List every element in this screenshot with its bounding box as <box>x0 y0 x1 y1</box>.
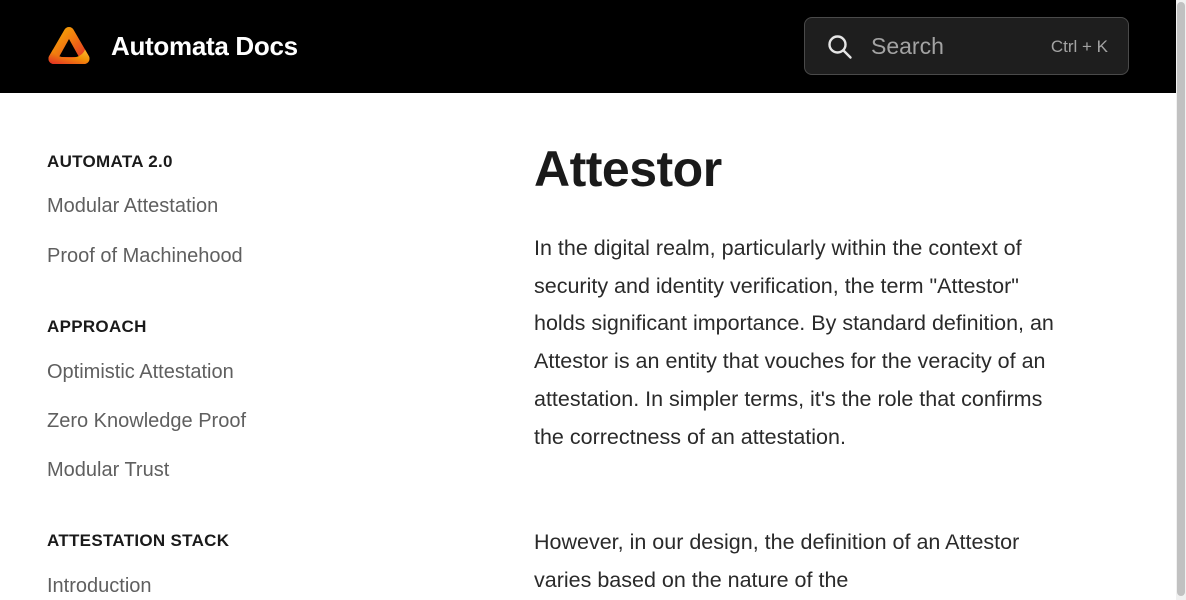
search-input[interactable]: Search Ctrl + K <box>804 17 1129 75</box>
search-shortcut-hint: Ctrl + K <box>1050 37 1108 56</box>
sidebar-heading-attestation-stack: ATTESTATION STACK <box>47 531 230 550</box>
main-content: Attestor In the digital realm, particula… <box>534 93 1094 600</box>
sidebar-item-zero-knowledge-proof[interactable]: Zero Knowledge Proof <box>47 408 246 434</box>
sidebar-item-introduction[interactable]: Introduction <box>47 573 152 599</box>
sidebar-heading-approach: APPROACH <box>47 317 147 336</box>
docs-page: Automata Docs Search Ctrl + K AUTOMATA 2… <box>0 0 1186 600</box>
content-paragraph: In the digital realm, particularly withi… <box>534 236 1054 449</box>
automata-logo-icon[interactable] <box>47 25 91 67</box>
top-header: Automata Docs Search Ctrl + K <box>0 0 1176 93</box>
sidebar-item-modular-attestation[interactable]: Modular Attestation <box>47 193 218 219</box>
sidebar-heading-automata-2: AUTOMATA 2.0 <box>47 152 173 171</box>
sidebar-nav: AUTOMATA 2.0 Modular Attestation Proof o… <box>47 93 447 600</box>
site-title[interactable]: Automata Docs <box>111 30 298 62</box>
sidebar-item-optimistic-attestation[interactable]: Optimistic Attestation <box>47 359 234 385</box>
sidebar-item-proof-of-machinehood[interactable]: Proof of Machinehood <box>47 243 243 269</box>
sidebar-item-modular-trust[interactable]: Modular Trust <box>47 457 169 483</box>
content-paragraph: However, in our design, the definition o… <box>534 530 1020 592</box>
search-placeholder: Search <box>871 33 944 59</box>
scrollbar-thumb[interactable] <box>1177 2 1185 596</box>
search-icon <box>828 35 852 59</box>
page-title: Attestor <box>534 141 722 197</box>
